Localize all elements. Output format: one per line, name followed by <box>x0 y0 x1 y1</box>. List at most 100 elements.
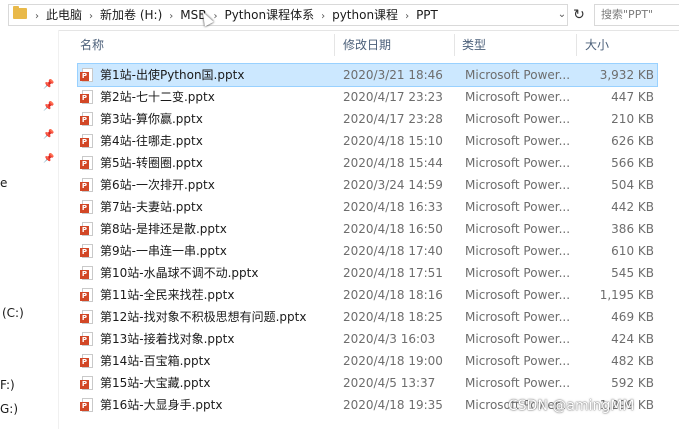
pin-icon[interactable]: 📌 <box>43 80 54 90</box>
file-name: 第2站-七十二变.pptx <box>100 90 215 104</box>
file-name: 第11站-全民来找茬.pptx <box>100 288 235 302</box>
file-size: 442 KB <box>611 200 654 214</box>
powerpoint-file-icon <box>80 134 93 148</box>
file-size: 3,932 KB <box>599 68 654 82</box>
chevron-right-icon[interactable]: › <box>85 7 97 27</box>
file-type: Microsoft Power... <box>465 376 571 390</box>
file-name: 第15站-大宝藏.pptx <box>100 376 211 390</box>
column-header-name[interactable]: 名称 <box>80 30 104 58</box>
folder-icon <box>13 6 27 19</box>
breadcrumb-ppt[interactable]: PPT <box>413 5 441 25</box>
nav-item-drive-g[interactable]: G:) <box>0 402 18 416</box>
file-row[interactable]: 第5站-转圈圈.pptx 2020/4/18 15:44 Microsoft Pow… <box>78 152 657 174</box>
file-type: Microsoft Power... <box>465 112 571 126</box>
file-name: 第4站-往哪走.pptx <box>100 134 203 148</box>
file-row[interactable]: 第13站-接着找对象.pptx 2020/4/3 16:03 Microsoft P… <box>78 328 657 350</box>
file-type: Microsoft Power... <box>465 332 571 346</box>
powerpoint-file-icon <box>80 288 93 302</box>
file-name: 第16站-大显身手.pptx <box>100 398 223 412</box>
column-divider[interactable] <box>334 34 335 56</box>
column-divider[interactable] <box>576 34 577 56</box>
chevron-right-icon[interactable]: › <box>165 7 177 27</box>
file-modified-date: 2020/4/18 17:51 <box>343 266 443 280</box>
file-name: 第13站-接着找对象.pptx <box>100 332 235 346</box>
file-modified-date: 2020/4/18 18:16 <box>343 288 443 302</box>
chevron-right-icon[interactable]: › <box>31 7 43 27</box>
column-headers: 名称 修改日期 类型 大小 <box>58 30 679 58</box>
breadcrumb-drive-h[interactable]: 新加卷 (H:) <box>97 5 165 25</box>
file-size: 1,195 KB <box>599 288 654 302</box>
nav-item-drive-c[interactable]: (C:) <box>2 306 24 320</box>
file-type: Microsoft Power... <box>465 288 571 302</box>
nav-item-partial[interactable]: e <box>0 176 7 190</box>
column-header-size[interactable]: 大小 <box>585 30 609 58</box>
watermark: CSDN @amingMM <box>508 398 635 414</box>
file-row[interactable]: 第6站-一次排开.pptx 2020/3/24 14:59 Microsoft Po… <box>78 174 657 196</box>
nav-item-drive-f[interactable]: F:) <box>0 378 15 392</box>
file-type: Microsoft Power... <box>465 90 571 104</box>
file-modified-date: 2020/4/18 16:50 <box>343 222 443 236</box>
file-modified-date: 2020/4/17 23:23 <box>343 90 443 104</box>
file-type: Microsoft Power... <box>465 222 571 236</box>
file-type: Microsoft Power... <box>465 134 571 148</box>
powerpoint-file-icon <box>80 178 93 192</box>
file-row[interactable]: 第1站-出使Python国.pptx 2020/3/21 18:46 Microso… <box>77 63 658 87</box>
file-size: 545 KB <box>611 266 654 280</box>
column-header-date[interactable]: 修改日期 <box>343 30 391 58</box>
chevron-right-icon[interactable]: › <box>317 7 329 27</box>
file-name: 第12站-找对象不积极思想有问题.pptx <box>100 310 307 324</box>
file-size: 626 KB <box>611 134 654 148</box>
breadcrumb-python-system[interactable]: Python课程体系 <box>221 5 317 25</box>
file-type: Microsoft Power... <box>465 68 571 82</box>
file-modified-date: 2020/4/18 16:33 <box>343 200 443 214</box>
file-modified-date: 2020/4/18 15:44 <box>343 156 443 170</box>
file-row[interactable]: 第8站-是排还是散.pptx 2020/4/18 16:50 Microsoft P… <box>78 218 657 240</box>
file-row[interactable]: 第4站-往哪走.pptx 2020/4/18 15:10 Microsoft Pow… <box>78 130 657 152</box>
file-modified-date: 2020/4/3 16:03 <box>343 332 436 346</box>
file-modified-date: 2020/4/18 19:35 <box>343 398 443 412</box>
column-divider[interactable] <box>454 34 455 56</box>
file-modified-date: 2020/4/18 18:25 <box>343 310 443 324</box>
powerpoint-file-icon <box>80 354 93 368</box>
chevron-down-icon[interactable]: ⌄ <box>555 7 569 23</box>
file-modified-date: 2020/3/24 14:59 <box>343 178 443 192</box>
file-modified-date: 2020/4/17 23:28 <box>343 112 443 126</box>
file-size: 469 KB <box>611 310 654 324</box>
navigation-pane: 📌 📌 📌 📌 e (C:) F:) G:) <box>0 30 59 429</box>
file-modified-date: 2020/4/18 17:40 <box>343 244 443 258</box>
file-type: Microsoft Power... <box>465 244 571 258</box>
breadcrumb-trail: › 此电脑 › 新加卷 (H:) › MSB › Python课程体系 › python课程 › PP… <box>31 5 441 25</box>
pin-icon[interactable]: 📌 <box>43 102 54 112</box>
file-row[interactable]: 第9站-一串连一串.pptx 2020/4/18 17:40 Microsoft P… <box>78 240 657 262</box>
file-row[interactable]: 第11站-全民来找茬.pptx 2020/4/18 18:16 Microsoft … <box>78 284 657 306</box>
file-name: 第14站-百宝箱.pptx <box>100 354 211 368</box>
chevron-right-icon[interactable]: › <box>401 7 413 27</box>
pin-icon[interactable]: 📌 <box>43 154 54 164</box>
search-placeholder: 搜索"PPT" <box>601 8 654 21</box>
breadcrumb-python-course[interactable]: python课程 <box>329 5 401 25</box>
powerpoint-file-icon <box>80 90 93 104</box>
file-row[interactable]: 第10站-水晶球不调不动.pptx 2020/4/18 17:51 Microsof… <box>78 262 657 284</box>
file-row[interactable]: 第2站-七十二变.pptx 2020/4/17 23:23 Microsoft Po… <box>78 86 657 108</box>
file-size: 447 KB <box>611 90 654 104</box>
powerpoint-file-icon <box>80 200 93 214</box>
file-name: 第3站-算你赢.pptx <box>100 112 203 126</box>
breadcrumb-this-pc[interactable]: 此电脑 <box>43 5 85 25</box>
refresh-icon[interactable]: ↻ <box>570 4 588 26</box>
column-header-type[interactable]: 类型 <box>462 30 486 58</box>
pin-icon[interactable]: 📌 <box>43 130 54 140</box>
file-size: 386 KB <box>611 222 654 236</box>
powerpoint-file-icon <box>80 332 93 346</box>
file-modified-date: 2020/4/18 15:10 <box>343 134 443 148</box>
file-size: 592 KB <box>611 376 654 390</box>
file-row[interactable]: 第3站-算你赢.pptx 2020/4/17 23:28 Microsoft Pow… <box>78 108 657 130</box>
powerpoint-file-icon <box>80 266 93 280</box>
file-size: 482 KB <box>611 354 654 368</box>
powerpoint-file-icon <box>80 376 93 390</box>
file-row[interactable]: 第12站-找对象不积极思想有问题.pptx 2020/4/18 18:25 Micr… <box>78 306 657 328</box>
file-row[interactable]: 第7站-夫妻站.pptx 2020/4/18 16:33 Microsoft Pow… <box>78 196 657 218</box>
file-row[interactable]: 第15站-大宝藏.pptx 2020/4/5 13:37 Microsoft Pow… <box>78 372 657 394</box>
breadcrumb[interactable]: › 此电脑 › 新加卷 (H:) › MSB › Python课程体系 › python课程 › PP… <box>8 4 568 26</box>
file-row[interactable]: 第14站-百宝箱.pptx 2020/4/18 19:00 Microsoft Po… <box>78 350 657 372</box>
search-input[interactable]: 搜索"PPT" <box>594 4 679 26</box>
